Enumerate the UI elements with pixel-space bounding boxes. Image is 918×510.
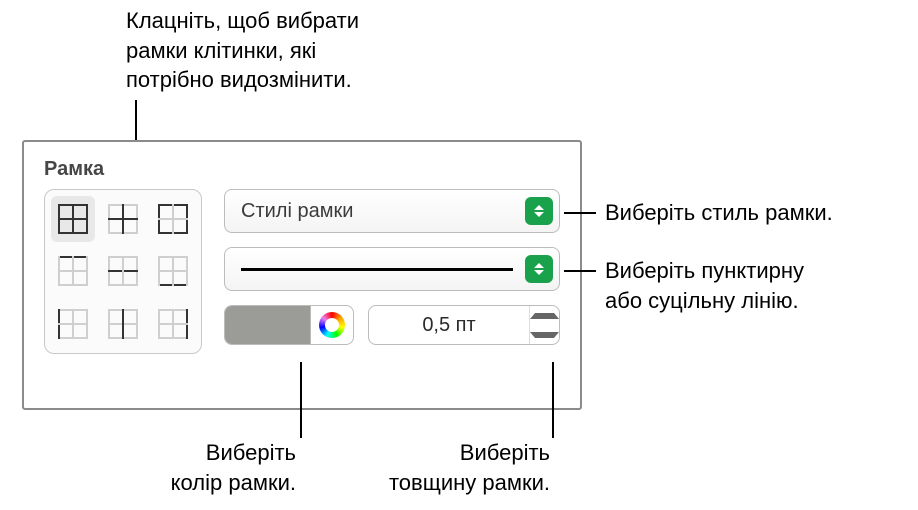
color-wheel-icon [319,312,345,338]
border-option-right[interactable] [151,301,195,347]
border-right-icon [158,309,188,339]
line-style-dropdown[interactable] [224,247,560,291]
border-style-label: Стилі рамки [241,200,353,223]
callout-border-style: Виберіть стиль рамки. [605,198,833,228]
border-option-all[interactable] [51,196,95,242]
border-bottom-icon [158,256,188,286]
callout-line [564,270,596,272]
line-preview-icon [241,268,513,271]
border-option-bottom[interactable] [151,248,195,294]
callout-line [552,362,554,438]
border-style-dropdown[interactable]: Стилі рамки [224,189,560,233]
color-thickness-row: 0,5 пт [224,305,560,345]
panel-body: Стилі рамки [44,189,560,354]
stepper-up[interactable] [530,306,559,325]
border-all-icon [58,204,88,234]
chevron-updown-icon [525,255,553,283]
controls-column: Стилі рамки [224,189,560,354]
border-outer-icon [158,204,188,234]
callout-color: Виберіть колір рамки. [146,438,296,497]
border-thickness-stepper[interactable]: 0,5 пт [368,305,560,345]
border-option-top[interactable] [51,248,95,294]
border-option-outer[interactable] [151,196,195,242]
chevron-updown-icon [525,197,553,225]
border-hmiddle-icon [108,256,138,286]
thickness-value: 0,5 пт [369,314,529,337]
border-inner-icon [108,204,138,234]
callout-border-grid: Клацніть, щоб вибрати рамки клітинки, як… [126,6,359,95]
stepper-buttons [529,306,559,344]
panel-title: Рамка [44,158,560,181]
border-top-icon [58,256,88,286]
border-color-well[interactable] [224,305,354,345]
border-option-left[interactable] [51,301,95,347]
callout-thickness: Виберіть товщину рамки. [370,438,550,497]
border-vmiddle-icon [108,309,138,339]
border-selection-grid [44,189,202,354]
border-option-inner[interactable] [101,196,145,242]
border-option-vmiddle[interactable] [101,301,145,347]
stepper-down[interactable] [530,325,559,344]
color-swatch [225,306,310,344]
callout-line-style: Виберіть пунктирну або суцільну лінію. [605,256,804,315]
border-panel: Рамка [22,140,582,410]
color-picker-button[interactable] [311,306,353,344]
border-left-icon [58,309,88,339]
border-option-hmiddle[interactable] [101,248,145,294]
callout-line [564,212,596,214]
callout-line [300,362,302,438]
